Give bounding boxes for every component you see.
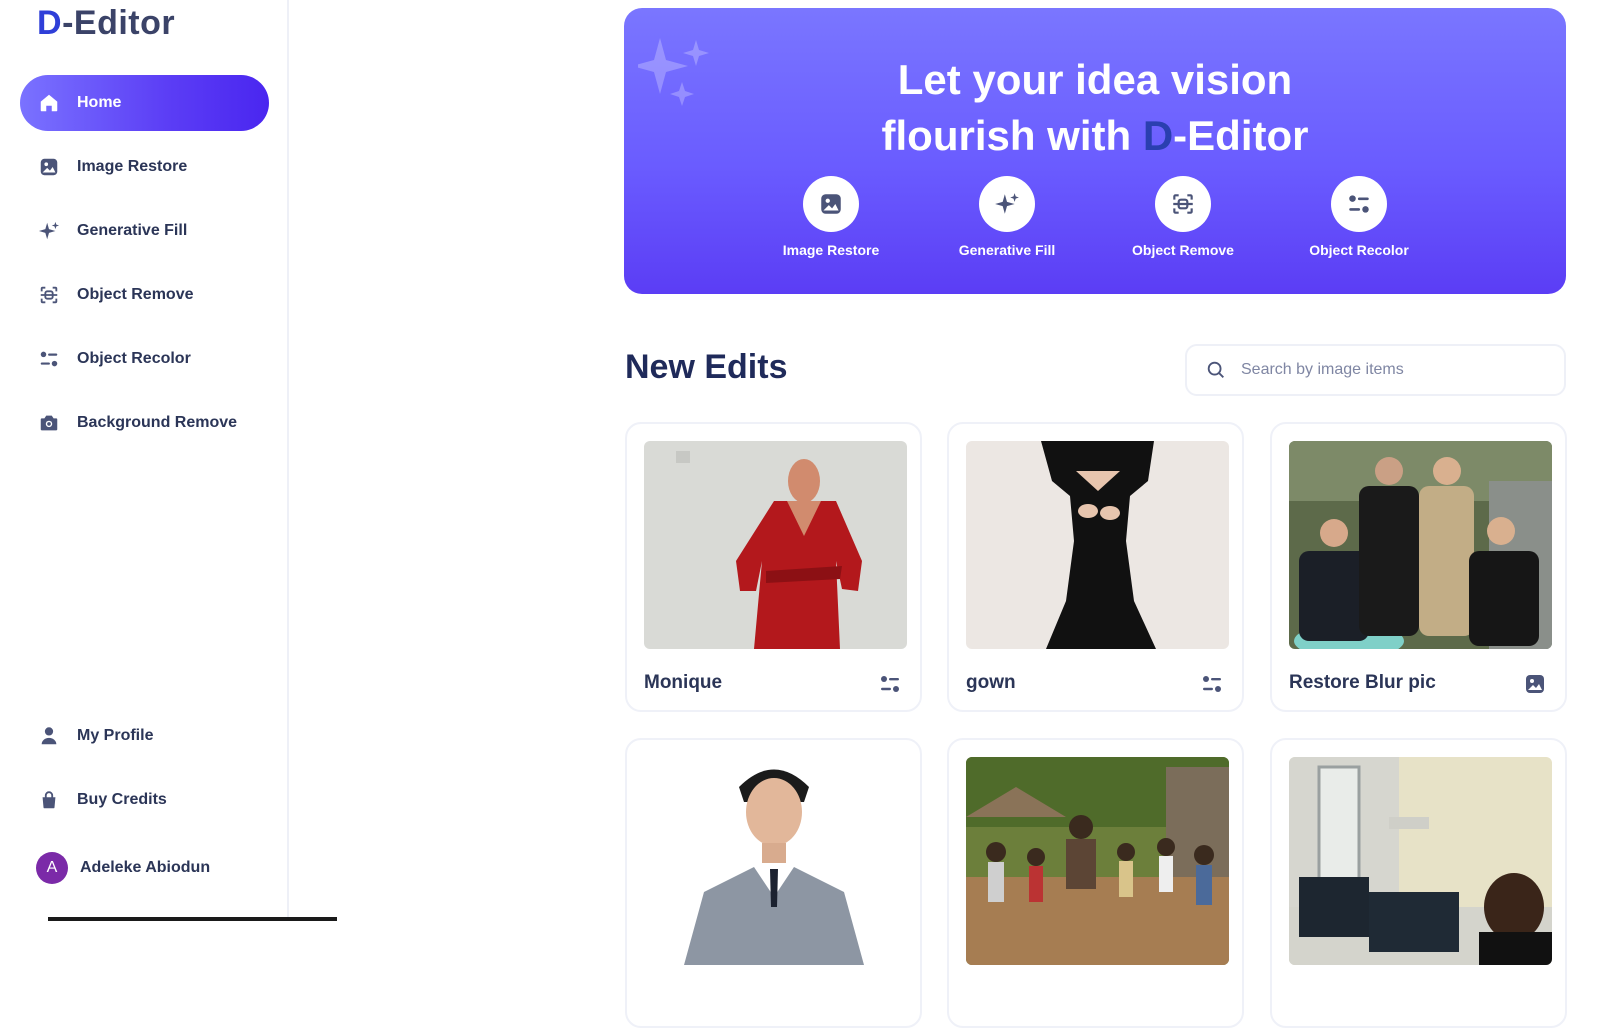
card-thumbnail[interactable] [1289, 441, 1552, 649]
user-name: Adeleke Abiodun [80, 859, 211, 876]
app-logo[interactable]: D-Editor [37, 4, 175, 43]
hero-title-post: -Editor [1173, 112, 1309, 159]
hero-tool-label: Object Remove [1132, 242, 1234, 258]
edit-card[interactable]: Monique [625, 422, 922, 712]
card-thumbnail[interactable] [966, 757, 1229, 965]
recolor-icon [37, 347, 61, 371]
card-thumbnail[interactable] [966, 441, 1229, 649]
hero-tool-label: Object Recolor [1309, 242, 1409, 258]
search-icon [1207, 361, 1224, 378]
sidebar-item-label: Home [77, 94, 122, 111]
scan-icon [37, 283, 61, 307]
card-name: Monique [644, 672, 723, 693]
home-icon [37, 91, 61, 115]
edit-card[interactable]: Restore Blur pic [1270, 422, 1567, 712]
hero-title: Let your idea vision flourish with D-Edi… [624, 52, 1566, 164]
hero-title-line-2: flourish with D-Editor [624, 108, 1566, 164]
edit-card[interactable] [1270, 738, 1567, 1028]
logo-text: -Editor [62, 4, 176, 42]
hero-title-d: D [1142, 112, 1174, 159]
sidebar-item-label: Generative Fill [77, 222, 188, 239]
sidebar-item-label: Object Remove [77, 286, 194, 303]
edit-card[interactable] [947, 738, 1244, 1028]
sidebar-item-home[interactable]: Home [20, 75, 269, 131]
image-icon[interactable] [1523, 672, 1547, 696]
user-icon [37, 724, 61, 748]
card-thumbnail[interactable] [644, 441, 907, 649]
section-title: New Edits [625, 348, 788, 386]
sidebar-item-generative-fill[interactable]: Generative Fill [20, 203, 269, 259]
sparkle-icon [37, 219, 61, 243]
sidebar-nav: Home Image Restore Generative Fill Objec… [20, 75, 269, 459]
hero-title-pre: flourish with [881, 112, 1143, 159]
sidebar-item-image-restore[interactable]: Image Restore [20, 139, 269, 195]
search-input[interactable] [1241, 361, 1541, 379]
user-menu[interactable]: A Adeleke Abiodun [36, 852, 210, 884]
recolor-icon[interactable] [1200, 672, 1224, 696]
logo-d: D [37, 4, 63, 42]
card-name: Restore Blur pic [1289, 672, 1436, 693]
sidebar-item-object-recolor[interactable]: Object Recolor [20, 331, 269, 387]
hero-tool-object-recolor[interactable]: Object Recolor [1289, 176, 1429, 258]
edit-card[interactable] [625, 738, 922, 1028]
recolor-icon [1331, 176, 1387, 232]
hero-banner: Let your idea vision flourish with D-Edi… [624, 8, 1566, 294]
sparkle-icon [979, 176, 1035, 232]
camera-icon [37, 411, 61, 435]
recolor-icon[interactable] [878, 672, 902, 696]
hero-tool-image-restore[interactable]: Image Restore [761, 176, 901, 258]
card-thumbnail[interactable] [1289, 757, 1552, 965]
card-name: gown [966, 672, 1016, 693]
sidebar-item-label: Object Recolor [77, 350, 191, 367]
divider [48, 917, 337, 921]
hero-tool-label: Generative Fill [958, 242, 1056, 258]
avatar: A [36, 852, 68, 884]
edit-card[interactable]: gown [947, 422, 1244, 712]
search-box[interactable] [1185, 344, 1566, 396]
hero-tools: Image Restore Generative Fill Object Rem… [624, 176, 1566, 258]
hero-title-line-1: Let your idea vision [897, 56, 1293, 103]
image-icon [37, 155, 61, 179]
sidebar-item-label: Image Restore [77, 158, 188, 175]
sidebar-item-label: My Profile [77, 727, 154, 744]
scan-icon [1155, 176, 1211, 232]
sidebar-item-object-remove[interactable]: Object Remove [20, 267, 269, 323]
sidebar-item-my-profile[interactable]: My Profile [20, 708, 269, 764]
hero-tool-object-remove[interactable]: Object Remove [1113, 176, 1253, 258]
bag-icon [37, 788, 61, 812]
sidebar-item-buy-credits[interactable]: Buy Credits [20, 772, 269, 828]
sidebar-item-label: Background Remove [77, 414, 238, 431]
card-thumbnail[interactable] [644, 757, 907, 965]
image-icon [803, 176, 859, 232]
sidebar: D-Editor Home Image Restore Generative F… [0, 0, 289, 921]
hero-tool-generative-fill[interactable]: Generative Fill [937, 176, 1077, 258]
hero-tool-label: Image Restore [782, 242, 880, 258]
sidebar-bottom-nav: My Profile Buy Credits [20, 708, 269, 836]
sidebar-item-label: Buy Credits [77, 791, 167, 808]
sidebar-item-background-remove[interactable]: Background Remove [20, 395, 269, 451]
